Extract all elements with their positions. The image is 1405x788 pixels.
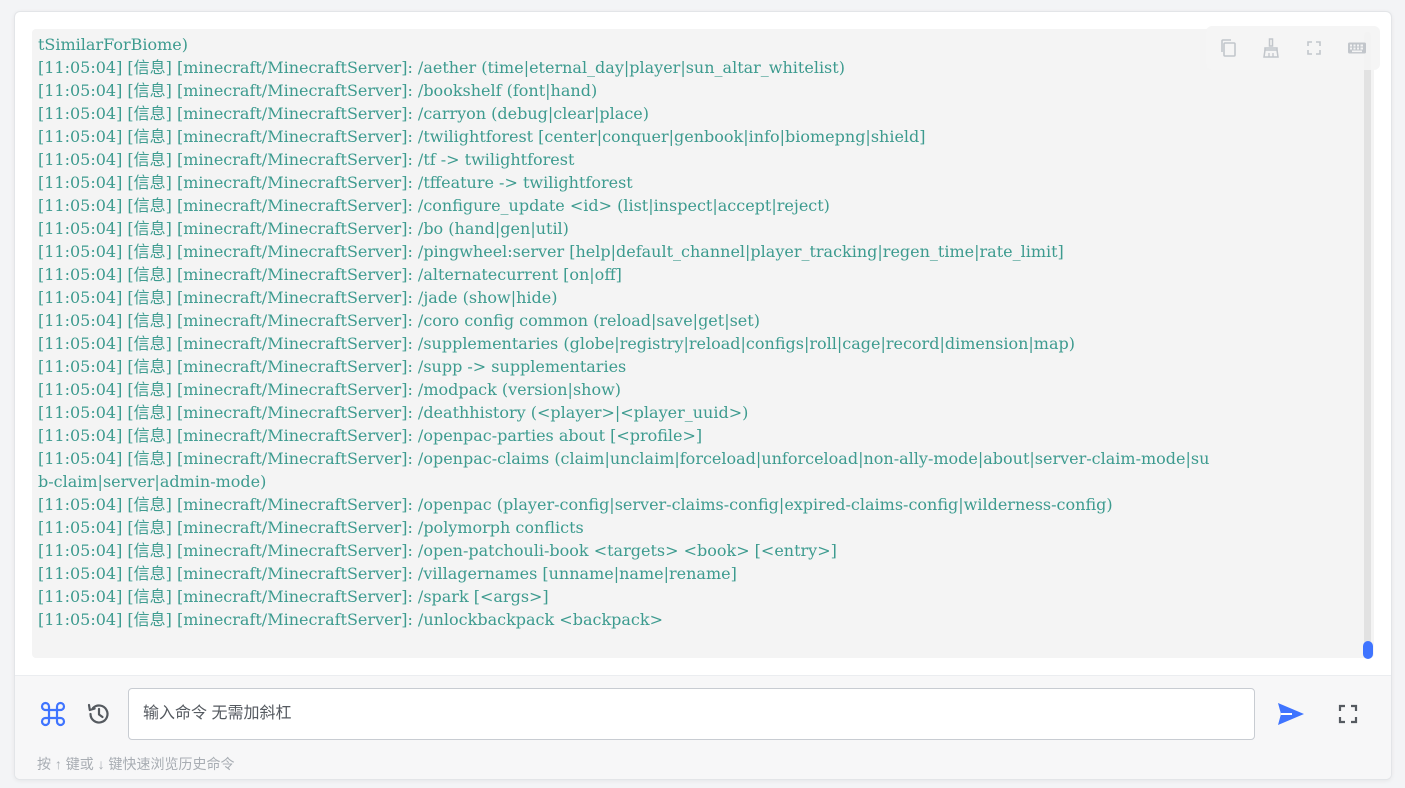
log-line: [11:05:04] [信息] [minecraft/MinecraftServ… (38, 426, 703, 445)
console-scrollbar-thumb[interactable] (1363, 641, 1373, 659)
console-output[interactable]: tSimilarForBiome) [11:05:04] [信息] [minecr… (32, 29, 1374, 658)
keyboard-button[interactable] (1335, 26, 1378, 70)
log-line: [11:05:04] [信息] [minecraft/MinecraftServ… (38, 541, 837, 560)
log-line: [11:05:04] [信息] [minecraft/MinecraftServ… (38, 403, 749, 422)
log-line: [11:05:04] [信息] [minecraft/MinecraftServ… (38, 518, 584, 537)
log-line: b-claim|server|admin-mode) (38, 472, 267, 491)
log-line: [11:05:04] [信息] [minecraft/MinecraftServ… (38, 610, 663, 629)
input-fullscreen-button[interactable] (1332, 698, 1364, 730)
log-line: [11:05:04] [信息] [minecraft/MinecraftServ… (38, 127, 926, 146)
history-icon (87, 703, 109, 724)
fullscreen-icon (1338, 704, 1358, 724)
command-input-bar: 按 ↑ 键或 ↓ 键快速浏览历史命令 (15, 676, 1391, 779)
log-line: [11:05:04] [信息] [minecraft/MinecraftServ… (38, 311, 760, 330)
copy-button[interactable] (1206, 26, 1249, 70)
log-line: [11:05:04] [信息] [minecraft/MinecraftServ… (38, 288, 558, 307)
console-scrollbar-track[interactable] (1364, 32, 1371, 644)
history-hint: 按 ↑ 键或 ↓ 键快速浏览历史命令 (37, 756, 235, 772)
log-line: [11:05:04] [信息] [minecraft/MinecraftServ… (38, 334, 1075, 353)
terminal-panel: tSimilarForBiome) [11:05:04] [信息] [minecr… (14, 11, 1392, 780)
log-line: [11:05:04] [信息] [minecraft/MinecraftServ… (38, 81, 598, 100)
fullscreen-icon (1306, 41, 1321, 55)
log-line: [11:05:04] [信息] [minecraft/MinecraftServ… (38, 104, 650, 123)
log-line: [11:05:04] [信息] [minecraft/MinecraftServ… (38, 150, 575, 169)
console-fullscreen-button[interactable] (1292, 26, 1335, 70)
log-line: [11:05:04] [信息] [minecraft/MinecraftServ… (38, 587, 549, 606)
send-button[interactable] (1273, 698, 1309, 730)
command-input[interactable] (128, 688, 1255, 740)
log-line: [11:05:04] [信息] [minecraft/MinecraftServ… (38, 242, 1064, 261)
console-toolbar (1206, 26, 1380, 70)
log-line: [11:05:04] [信息] [minecraft/MinecraftServ… (38, 58, 845, 77)
clear-broom-icon (1262, 38, 1279, 58)
log-line: [11:05:04] [信息] [minecraft/MinecraftServ… (38, 357, 627, 376)
copy-icon (1220, 39, 1236, 57)
log-line: [11:05:04] [信息] [minecraft/MinecraftServ… (38, 265, 622, 284)
log-line: tSimilarForBiome) (38, 35, 188, 54)
log-line: [11:05:04] [信息] [minecraft/MinecraftServ… (38, 564, 737, 583)
keyboard-icon (1347, 42, 1366, 54)
log-line: [11:05:04] [信息] [minecraft/MinecraftServ… (38, 449, 1210, 468)
log-text: tSimilarForBiome) [11:05:04] [信息] [minecr… (38, 33, 1354, 631)
log-line: [11:05:04] [信息] [minecraft/MinecraftServ… (38, 173, 633, 192)
log-line: [11:05:04] [信息] [minecraft/MinecraftServ… (38, 495, 1113, 514)
command-key-icon (40, 701, 66, 727)
clear-console-button[interactable] (1249, 26, 1292, 70)
send-icon (1278, 703, 1304, 725)
log-line: [11:05:04] [信息] [minecraft/MinecraftServ… (38, 380, 622, 399)
command-shortcuts-button[interactable] (37, 698, 69, 730)
log-line: [11:05:04] [信息] [minecraft/MinecraftServ… (38, 219, 569, 238)
history-button[interactable] (83, 698, 115, 730)
log-line: [11:05:04] [信息] [minecraft/MinecraftServ… (38, 196, 830, 215)
